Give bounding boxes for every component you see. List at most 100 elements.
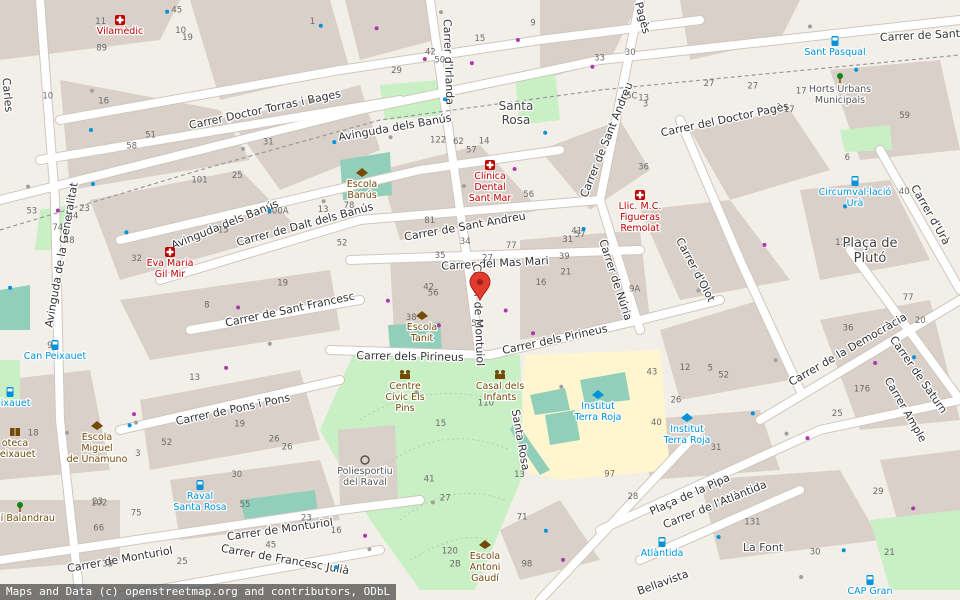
house-number: 25 <box>832 409 843 419</box>
house-number: 48 <box>64 236 75 246</box>
poi-label[interactable]: Municipals <box>814 94 867 108</box>
bus-icon[interactable] <box>851 176 859 186</box>
poi-label[interactable]: Casal dels <box>475 380 526 394</box>
house-number: 27 <box>440 494 451 504</box>
map-canvas[interactable]: Carrer Doctor Torras i BagesAvinguda del… <box>0 0 960 600</box>
health-icon[interactable] <box>635 190 645 200</box>
poi-label[interactable]: Eva Maria <box>145 257 194 271</box>
poi-label[interactable]: Institut <box>669 423 705 437</box>
house-number: 32 <box>131 254 142 264</box>
sports-building <box>338 425 398 505</box>
house-number: 45 <box>265 541 276 551</box>
bus-icon[interactable] <box>6 387 14 397</box>
poi-label[interactable]: ardí Balandrau <box>0 512 56 526</box>
house-number: 17 <box>796 87 807 97</box>
bus-icon[interactable] <box>658 537 666 547</box>
house-number: 59 <box>899 111 910 121</box>
map-attribution[interactable]: Maps and Data (c) openstreetmap.org and … <box>0 584 397 600</box>
poi-label[interactable]: Antoni <box>468 561 501 575</box>
house-number: 77 <box>903 293 914 303</box>
bus-icon[interactable] <box>196 480 204 490</box>
poi-label[interactable]: Escola <box>345 178 378 192</box>
house-number: 52 <box>718 371 729 381</box>
house-number: 89 <box>96 43 107 53</box>
health-icon[interactable] <box>115 15 125 25</box>
poi-label[interactable]: Institut <box>580 400 616 414</box>
house-number: 43 <box>647 367 658 377</box>
house-number: 10 <box>175 26 186 36</box>
poi-label[interactable]: Escola <box>405 321 438 335</box>
place-label: Plaça de <box>843 236 898 251</box>
house-number: 52 <box>161 438 172 448</box>
poi-label[interactable]: Pins <box>394 402 416 416</box>
poi-label[interactable]: Santa Rosa <box>172 501 228 515</box>
poi-label[interactable]: CAP Gran <box>846 585 894 599</box>
poi-label[interactable]: Miguel <box>80 442 114 456</box>
bus-icon[interactable] <box>866 575 874 585</box>
house-number: 6 <box>845 153 850 163</box>
poi-label[interactable]: Urà <box>845 197 864 211</box>
house-number: 25 <box>177 557 188 567</box>
poi-label[interactable]: del Raval <box>342 476 388 490</box>
place-label-line: Plutó <box>854 251 887 266</box>
health-icon[interactable] <box>165 247 175 257</box>
house-number: 41 <box>571 226 582 236</box>
house-number: 16 <box>98 96 109 106</box>
house-number: 5C <box>626 91 637 101</box>
poi-label[interactable]: Raval <box>186 490 215 504</box>
street-label: Carles <box>0 77 16 113</box>
poi-label[interactable]: Gil Mir <box>153 268 186 282</box>
map-view[interactable]: Carrer Doctor Torras i Bages Avinguda del… <box>0 0 960 600</box>
house-number: 50 <box>434 56 445 66</box>
poi-label[interactable]: Vilamèdic <box>96 25 145 39</box>
poi-label[interactable]: Cívic Els <box>384 391 426 405</box>
house-number: 5 <box>708 364 713 374</box>
poi-label[interactable]: Escola <box>468 550 501 564</box>
poi-label[interactable]: Peixauet <box>0 448 37 462</box>
poi-label[interactable]: Gaudí <box>470 572 501 586</box>
poi-label[interactable]: Atlàntida <box>639 547 684 561</box>
poi-label[interactable]: Dental <box>473 181 507 195</box>
poi-label[interactable]: Peixauet <box>0 397 32 411</box>
house-number: 26 <box>282 443 293 453</box>
poi-label[interactable]: Circumval·lació <box>817 186 892 200</box>
poi-label[interactable]: Figueras <box>619 211 662 225</box>
bus-icon[interactable] <box>51 340 59 350</box>
poi-label[interactable]: Infants <box>482 391 517 405</box>
house-number: 13 <box>514 470 525 480</box>
poi-label[interactable]: de Unamuno <box>65 453 129 467</box>
house-number: 15 <box>435 419 446 429</box>
house-number: 131 <box>744 517 760 527</box>
poi-label[interactable]: oteca <box>0 437 29 451</box>
house-number: 98 <box>522 559 533 569</box>
place-label-line: Rosa <box>502 113 531 127</box>
poi-label[interactable]: Escola <box>80 431 113 445</box>
poi-label[interactable]: Sant Mar <box>467 192 512 206</box>
poi-label[interactable]: Tanit <box>408 332 434 346</box>
house-number: 30 <box>625 48 636 58</box>
house-number: 15 <box>218 225 229 235</box>
house-number: 27 <box>482 254 493 264</box>
poi-label[interactable]: Banús <box>346 189 378 203</box>
poi-label[interactable]: Sant Pasqual <box>803 46 867 60</box>
poi-label[interactable]: Horts Urbans <box>808 83 873 97</box>
house-number: 16 <box>331 526 342 536</box>
poi-label[interactable]: Terra Roja <box>572 411 623 425</box>
poi-label[interactable]: Can Peixauet <box>22 350 87 364</box>
house-number: 74 <box>52 223 63 233</box>
house-number: 35 <box>102 560 113 570</box>
house-number: 66 <box>93 524 104 534</box>
house-number: 19 <box>277 279 288 289</box>
poi-label[interactable]: Remolat <box>619 222 661 236</box>
poi-label[interactable]: Poliesportiu <box>336 465 394 479</box>
house-number: 33 <box>594 53 605 63</box>
house-number: 53 <box>26 207 37 217</box>
poi-label[interactable]: Llic. M.C. <box>617 200 662 214</box>
poi-label[interactable]: Clínica <box>473 170 507 184</box>
house-number: 9A <box>629 284 640 294</box>
house-number: 97 <box>604 470 615 480</box>
bus-icon[interactable] <box>831 36 839 46</box>
house-number: 40 <box>899 187 910 197</box>
health-icon[interactable] <box>485 160 495 170</box>
poi-label[interactable]: Terra Roja <box>661 434 712 448</box>
